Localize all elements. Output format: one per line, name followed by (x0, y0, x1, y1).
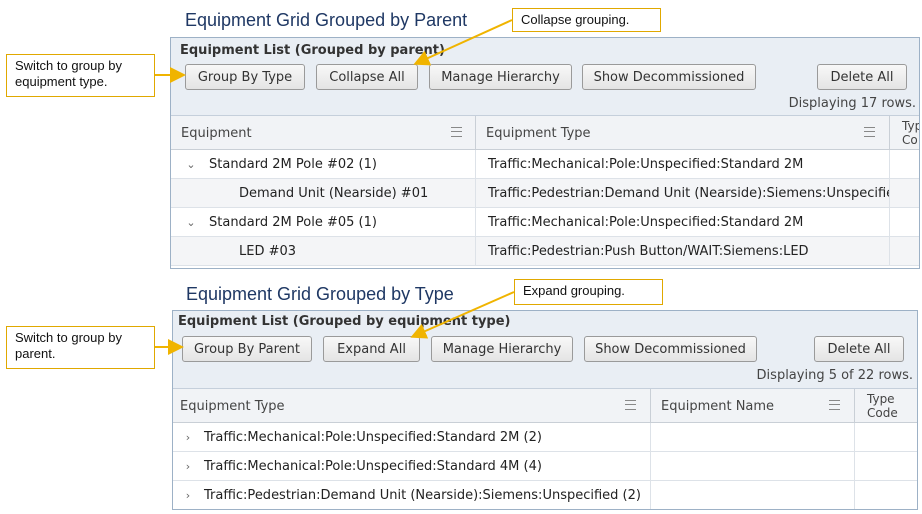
bottom-grid-title: Equipment List (Grouped by equipment typ… (178, 314, 511, 329)
column-menu-icon[interactable] (864, 127, 875, 137)
group-by-type-button[interactable]: Group By Type (185, 64, 305, 90)
chevron-right-icon[interactable]: › (182, 460, 194, 473)
group-by-parent-button[interactable]: Group By Parent (182, 336, 312, 362)
equipment-type-cell: › Traffic:Mechanical:Pole:Unspecified:St… (173, 423, 651, 452)
equipment-type-cell: Traffic:Mechanical:Pole:Unspecified:Stan… (476, 150, 890, 179)
callout-collapse-grouping: Collapse grouping. (512, 8, 661, 32)
column-header-label: Equipment (181, 125, 252, 141)
chevron-right-icon[interactable]: › (182, 431, 194, 444)
top-equipment-grid: Equipment List (Grouped by parent) Group… (170, 37, 920, 269)
equipment-cell: ⌄ Standard 2M Pole #02 (1) (171, 150, 476, 179)
top-table: Equipment Equipment Type Typ Co ⌄ Standa… (171, 115, 919, 268)
chevron-down-icon[interactable]: ⌄ (185, 158, 197, 171)
show-decommissioned-button[interactable]: Show Decommissioned (584, 336, 757, 362)
table-row[interactable]: Demand Unit (Nearside) #01 Traffic:Pedes… (171, 179, 919, 208)
table-header: Equipment Type Equipment Name Type Code (173, 389, 917, 423)
show-decommissioned-button[interactable]: Show Decommissioned (582, 64, 756, 90)
top-grid-title: Equipment List (Grouped by parent) (180, 43, 445, 58)
column-header-label: Equipment Name (661, 398, 775, 414)
row-count: Displaying 17 rows. (788, 96, 916, 111)
column-header-equipment-type[interactable]: Equipment Type (173, 389, 651, 423)
table-row-group[interactable]: › Traffic:Pedestrian:Demand Unit (Nearsi… (173, 481, 917, 509)
equipment-name: Standard 2M Pole #02 (1) (209, 157, 377, 172)
bottom-section-title: Equipment Grid Grouped by Type (186, 284, 454, 304)
callout-expand-grouping: Expand grouping. (514, 279, 663, 305)
callout-switch-to-parent: Switch to group by parent. (6, 326, 155, 369)
equipment-name-cell (651, 481, 855, 509)
bottom-table: Equipment Type Equipment Name Type Code … (173, 388, 917, 509)
callout-switch-to-type: Switch to group by equipment type. (6, 54, 155, 97)
equipment-type-cell: Traffic:Pedestrian:Demand Unit (Nearside… (476, 179, 890, 208)
equipment-type-cell: › Traffic:Pedestrian:Demand Unit (Nearsi… (173, 481, 651, 509)
equipment-cell: ⌄ Standard 2M Pole #05 (1) (171, 208, 476, 237)
column-header-label: Equipment Type (180, 398, 285, 414)
manage-hierarchy-button[interactable]: Manage Hierarchy (429, 64, 572, 90)
expand-all-button[interactable]: Expand All (323, 336, 420, 362)
type-code-cell (855, 423, 917, 452)
column-header-type-code[interactable]: Type Code (855, 389, 917, 423)
equipment-type-cell: Traffic:Pedestrian:Push Button/WAIT:Siem… (476, 237, 890, 266)
manage-hierarchy-button[interactable]: Manage Hierarchy (431, 336, 573, 362)
table-row[interactable]: LED #03 Traffic:Pedestrian:Push Button/W… (171, 237, 919, 266)
column-header-type-code[interactable]: Typ Co (890, 116, 919, 150)
type-code-cell (890, 150, 919, 179)
table-row-group[interactable]: ⌄ Standard 2M Pole #05 (1) Traffic:Mecha… (171, 208, 919, 237)
column-menu-icon[interactable] (451, 127, 462, 137)
table-row-group[interactable]: › Traffic:Mechanical:Pole:Unspecified:St… (173, 423, 917, 452)
chevron-right-icon[interactable]: › (182, 489, 194, 502)
delete-all-button[interactable]: Delete All (814, 336, 904, 362)
table-header: Equipment Equipment Type Typ Co (171, 116, 919, 150)
equipment-type-name: Traffic:Mechanical:Pole:Unspecified:Stan… (204, 430, 542, 445)
type-code-cell (890, 208, 919, 237)
column-header-label: Code (867, 406, 898, 420)
table-row-group[interactable]: ⌄ Standard 2M Pole #02 (1) Traffic:Mecha… (171, 150, 919, 179)
equipment-type-cell: › Traffic:Mechanical:Pole:Unspecified:St… (173, 452, 651, 481)
type-code-cell (855, 452, 917, 481)
equipment-cell: LED #03 (171, 237, 476, 266)
column-header-equipment-name[interactable]: Equipment Name (651, 389, 855, 423)
equipment-type-cell: Traffic:Mechanical:Pole:Unspecified:Stan… (476, 208, 890, 237)
row-count: Displaying 5 of 22 rows. (756, 368, 913, 383)
bottom-equipment-grid: Equipment List (Grouped by equipment typ… (172, 310, 918, 510)
top-section-title: Equipment Grid Grouped by Parent (185, 10, 468, 30)
type-code-cell (890, 179, 919, 208)
column-header-label: Typ (902, 119, 919, 133)
column-header-equipment[interactable]: Equipment (171, 116, 476, 150)
column-header-equipment-type[interactable]: Equipment Type (476, 116, 890, 150)
delete-all-button[interactable]: Delete All (817, 64, 907, 90)
collapse-all-button[interactable]: Collapse All (316, 64, 418, 90)
type-code-cell (855, 481, 917, 509)
column-header-label: Equipment Type (486, 125, 591, 141)
equipment-name: Standard 2M Pole #05 (1) (209, 215, 377, 230)
column-header-label: Co (902, 133, 918, 147)
type-code-cell (890, 237, 919, 266)
column-header-label: Type (867, 392, 895, 406)
equipment-cell: Demand Unit (Nearside) #01 (171, 179, 476, 208)
column-menu-icon[interactable] (829, 400, 840, 410)
equipment-name-cell (651, 423, 855, 452)
equipment-type-name: Traffic:Mechanical:Pole:Unspecified:Stan… (204, 459, 542, 474)
chevron-down-icon[interactable]: ⌄ (185, 216, 197, 229)
equipment-name-cell (651, 452, 855, 481)
column-menu-icon[interactable] (625, 400, 636, 410)
equipment-type-name: Traffic:Pedestrian:Demand Unit (Nearside… (204, 488, 641, 503)
table-row-group[interactable]: › Traffic:Mechanical:Pole:Unspecified:St… (173, 452, 917, 481)
